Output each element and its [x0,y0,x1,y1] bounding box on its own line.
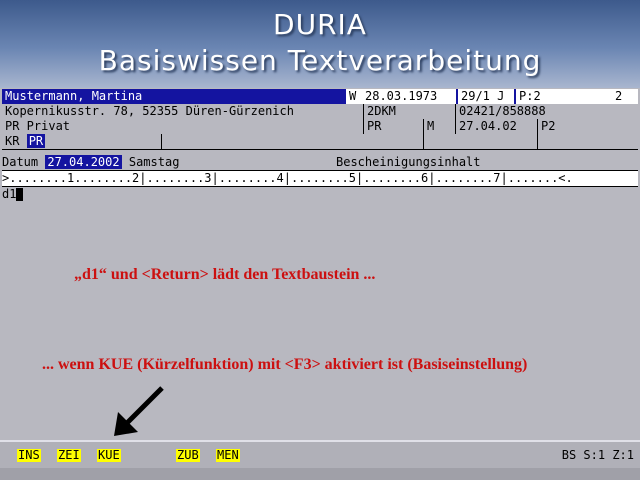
insurance-short[interactable]: PR [364,119,424,134]
key-ins[interactable]: INS [17,449,41,462]
title-banner: DURIA Basiswissen Textverarbeitung [0,0,640,88]
app-subtitle: Basiswissen Textverarbeitung [98,44,542,77]
kr-row: KR PR [2,134,638,150]
page-number: 2 [612,89,638,104]
address[interactable]: Kopernikusstr. 78, 52355 Düren-Gürzenich [2,104,364,119]
doctor-code[interactable]: 2DKM [364,104,456,119]
datum-label: Datum [2,155,39,169]
patient-sex[interactable]: W [346,89,362,104]
datum-date-field[interactable]: 27.04.2002 [45,155,122,169]
cursor-position: BS S:1 Z:1 [561,448,634,462]
kr-value[interactable]: PR [26,134,46,148]
phone-number[interactable]: 02421/858888 [456,104,638,119]
bottom-bar [0,468,640,480]
datum-row: Datum 27.04.2002 Samstag Bescheinigungsi… [2,155,638,170]
key-zub[interactable]: ZUB [176,449,200,462]
insurance-row: PR Privat PR M 27.04.02 P2 [2,119,638,135]
annotation-kue-function: ... wenn KUE (Kürzelfunktion) mit <F3> a… [42,356,528,373]
kr-empty-1[interactable] [162,134,424,149]
content-label: Bescheinigungsinhalt [336,155,481,169]
status-bar: INS ZEI KUE ZUB MEN BS S:1 Z:1 [0,440,640,468]
key-men[interactable]: MEN [216,449,240,462]
address-row: Kopernikusstr. 78, 52355 Düren-Gürzenich… [2,104,638,120]
key-zei[interactable]: ZEI [57,449,81,462]
app-title: DURIA [273,8,367,41]
kr-label: KR [5,134,20,148]
pointer-arrow-icon [114,386,164,436]
datum-weekday: Samstag [128,155,180,169]
birthdate[interactable]: 28.03.1973 [362,89,456,104]
page-indicator: P:2 [516,89,612,104]
text-ruler: >........1........2|........3|........4|… [2,170,638,187]
kr-field[interactable]: KR PR [2,134,162,149]
insurance-name[interactable]: PR Privat [2,119,364,134]
kr-empty-2[interactable] [424,134,538,149]
editor-text: d1 [2,187,17,201]
text-cursor [16,188,24,201]
patient-header-row: Mustermann, Martina W 28.03.1973 29/1 J … [2,89,638,104]
patient-name[interactable]: Mustermann, Martina [2,89,346,104]
insurance-date[interactable]: 27.04.02 [456,119,538,134]
insurance-m[interactable]: M [424,119,456,134]
text-editor[interactable]: d1 [2,187,24,202]
age-code: 29/1 J [458,89,514,104]
insurance-p[interactable]: P2 [538,119,638,134]
annotation-load-snippet: „d1“ und <Return> lädt den Textbaustein … [74,266,376,283]
kr-empty-3[interactable] [538,134,638,149]
terminal-screen: Mustermann, Martina W 28.03.1973 29/1 J … [0,88,640,480]
key-kue[interactable]: KUE [97,449,121,462]
